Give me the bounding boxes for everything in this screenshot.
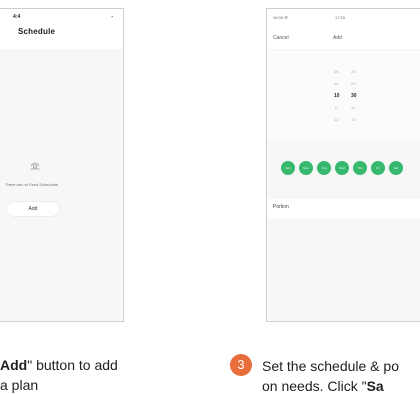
schedule-screen: 4:4 - Schedule There are no Feed Schedul…	[0, 8, 124, 322]
day-toggle[interactable]: Thu	[353, 161, 367, 175]
header: 4:4 - Schedule	[0, 9, 123, 49]
minute-value: 28	[351, 69, 356, 74]
day-toggle[interactable]: Wed	[335, 161, 349, 175]
day-toggle[interactable]: Mon	[299, 161, 313, 175]
minute-value: 31	[351, 105, 356, 110]
day-toggle[interactable]: Sat	[389, 161, 403, 175]
portion-row[interactable]: Portion	[267, 199, 420, 219]
instruction-right-text: on needs. Click "	[262, 378, 367, 394]
minute-value: 32	[351, 117, 356, 122]
hour-value: 12	[334, 117, 339, 122]
day-toggle[interactable]: Tue	[317, 161, 331, 175]
day-toggle[interactable]: Fri	[371, 161, 385, 175]
hour-value: 11	[334, 105, 339, 110]
hour-value: 09	[334, 81, 339, 86]
save-emphasis: Sa	[366, 378, 384, 394]
add-title[interactable]: Add	[333, 35, 342, 41]
empty-state-text: There are no Feed Schedules	[5, 182, 58, 187]
add-emphasis: Add	[0, 357, 28, 373]
time-picker[interactable]: 08 28 09 29 10 30 11 31 12 32	[267, 51, 420, 141]
status-clock: 17:33	[335, 15, 346, 20]
minute-value: 29	[351, 81, 356, 86]
page-title: Schedule	[18, 27, 56, 36]
picker-row[interactable]: 08 28	[267, 69, 420, 79]
status-time: 10:09 ☰	[273, 15, 288, 20]
instruction-right-line1: Set the schedule & po	[262, 358, 399, 374]
nav-bar: Cancel Add	[267, 31, 420, 49]
instruction-left-text: " button to add	[27, 357, 118, 373]
picker-row[interactable]: 10 30	[267, 93, 420, 103]
add-schedule-screen: 10:09 ☰ 17:33 Cancel Add 08 28 09 29 10 30 11 3…	[266, 8, 420, 322]
day-toggle[interactable]: Sun	[281, 161, 295, 175]
portion-label: Portion	[273, 204, 289, 210]
instruction-left-line2: a plan	[0, 377, 39, 393]
step-badge: 3	[230, 354, 252, 376]
status-icons: -	[111, 14, 113, 20]
minute-value: 30	[351, 93, 357, 99]
hour-value: 10	[334, 93, 340, 99]
status-time: 4:4	[13, 14, 21, 20]
status-bar: 10:09 ☰ 17:33	[267, 9, 420, 31]
picker-row[interactable]: 11 31	[267, 105, 420, 115]
instruction-right-line2: on needs. Click "Sa	[262, 378, 384, 394]
cancel-button[interactable]: Cancel	[273, 35, 289, 41]
picker-row[interactable]: 09 29	[267, 81, 420, 91]
hour-value: 08	[334, 69, 339, 74]
feeder-icon	[30, 162, 40, 170]
add-button[interactable]: Add	[7, 202, 59, 216]
instruction-left-line1: Add" button to add	[0, 357, 118, 373]
picker-row[interactable]: 12 32	[267, 117, 420, 127]
